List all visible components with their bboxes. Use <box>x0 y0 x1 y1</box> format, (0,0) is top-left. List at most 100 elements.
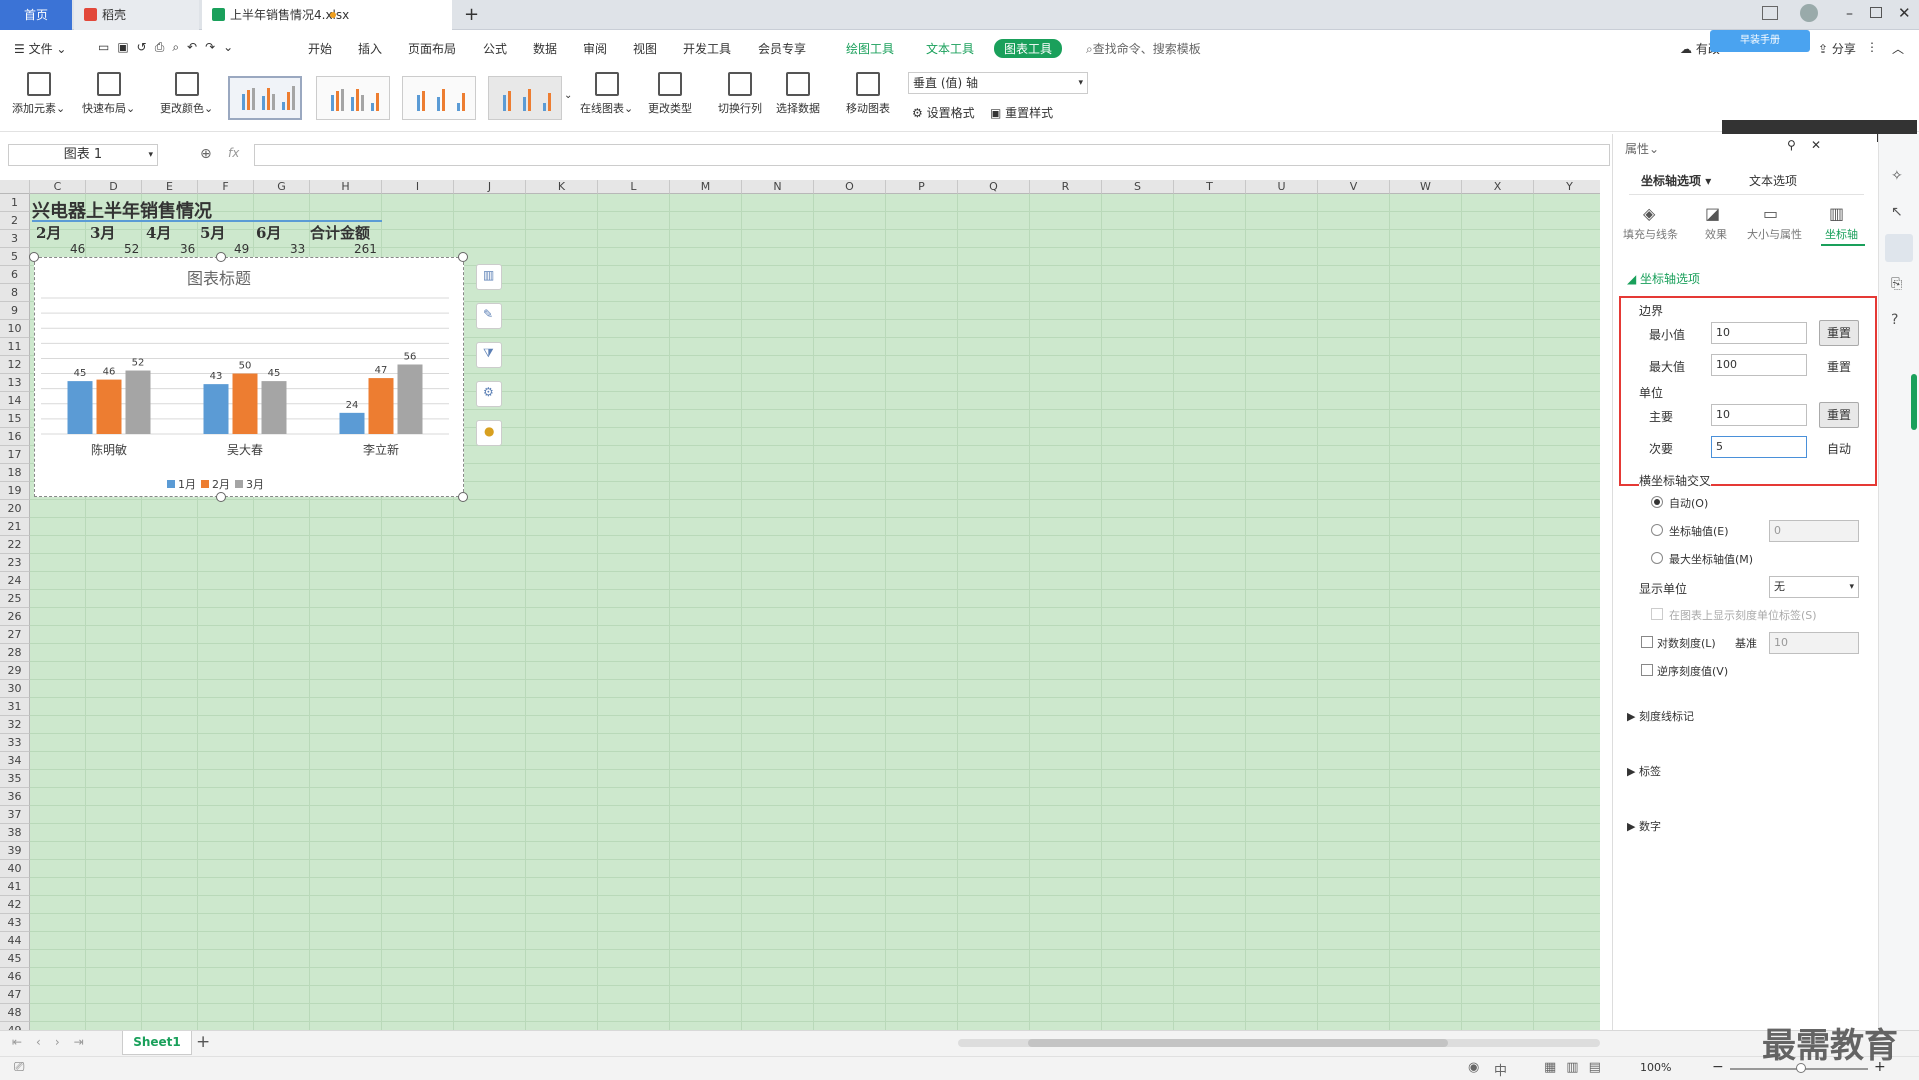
row-header-16[interactable]: 16 <box>0 428 30 446</box>
language-icon[interactable]: 中 <box>1494 1060 1507 1079</box>
row-header-14[interactable]: 14 <box>0 392 30 410</box>
style-icon[interactable]: ✧ <box>1891 168 1903 184</box>
chart-style-thumb-2[interactable] <box>316 76 390 120</box>
chart-bar-3月-吴大春[interactable] <box>261 381 287 434</box>
add-element-button[interactable]: 添加元素⌄ <box>12 72 65 116</box>
sheet-nav-icons[interactable]: ⇤‹›⇥ <box>12 1035 98 1049</box>
row-header-48[interactable]: 48 <box>0 1004 30 1022</box>
row-header-24[interactable]: 24 <box>0 572 30 590</box>
tab-text-options[interactable]: 文本选项 <box>1749 172 1797 189</box>
horizontal-scrollbar[interactable] <box>958 1039 1600 1047</box>
avatar[interactable] <box>1800 4 1818 22</box>
column-header-L[interactable]: L <box>598 180 670 194</box>
column-header-V[interactable]: V <box>1318 180 1390 194</box>
chart-settings-tool[interactable]: ⚙ <box>476 381 502 407</box>
column-header-J[interactable]: J <box>454 180 526 194</box>
row-header-20[interactable]: 20 <box>0 500 30 518</box>
file-menu[interactable]: ☰ 文件 ⌄ <box>14 40 66 57</box>
row-header-5[interactable]: 5 <box>0 248 30 266</box>
row-header-28[interactable]: 28 <box>0 644 30 662</box>
switch-row-col-button[interactable]: 切换行列 <box>718 72 762 116</box>
window-layout-icon[interactable] <box>1762 6 1778 20</box>
major-reset-button[interactable]: 重置 <box>1819 402 1859 428</box>
chart-style-tool[interactable]: ✎ <box>476 303 502 329</box>
row-header-2[interactable]: 2 <box>0 212 30 230</box>
max-value-input[interactable]: 100 <box>1711 354 1807 376</box>
row-header-34[interactable]: 34 <box>0 752 30 770</box>
row-header-18[interactable]: 18 <box>0 464 30 482</box>
min-reset-button[interactable]: 重置 <box>1819 320 1859 346</box>
row-header-21[interactable]: 21 <box>0 518 30 536</box>
set-format-button[interactable]: ⚙ 设置格式 <box>912 104 975 121</box>
column-header-W[interactable]: W <box>1390 180 1462 194</box>
cross-value-radio[interactable] <box>1651 524 1663 536</box>
menu-start[interactable]: 开始 <box>308 40 332 57</box>
column-header-U[interactable]: U <box>1246 180 1318 194</box>
column-header-X[interactable]: X <box>1462 180 1534 194</box>
select-data-button[interactable]: 选择数据 <box>776 72 820 116</box>
tab-active-workbook[interactable]: 上半年销售情况4.xlsx <box>202 0 452 30</box>
row-header-43[interactable]: 43 <box>0 914 30 932</box>
value-cell[interactable]: 46 <box>70 242 85 256</box>
help-icon[interactable]: ? <box>1891 312 1898 328</box>
zoom-formula-icon[interactable]: ⊕ <box>200 146 212 162</box>
column-header-C[interactable]: C <box>30 180 86 194</box>
menu-formula[interactable]: 公式 <box>483 40 507 57</box>
value-cell[interactable]: 33 <box>290 242 305 256</box>
row-header-8[interactable]: 8 <box>0 284 30 302</box>
backup-icon[interactable]: ⎘ <box>1891 276 1902 292</box>
column-header-M[interactable]: M <box>670 180 742 194</box>
row-header-13[interactable]: 13 <box>0 374 30 392</box>
display-unit-select[interactable]: 无 ▾ <box>1769 576 1859 598</box>
formula-input[interactable] <box>254 144 1610 166</box>
row-header-25[interactable]: 25 <box>0 590 30 608</box>
row-header-36[interactable]: 36 <box>0 788 30 806</box>
row-header-10[interactable]: 10 <box>0 320 30 338</box>
reset-style-button[interactable]: ▣ 重置样式 <box>990 104 1053 121</box>
tab-axis-options[interactable]: 坐标轴选项 ▾ <box>1641 172 1711 189</box>
row-header-45[interactable]: 45 <box>0 950 30 968</box>
menu-developer[interactable]: 开发工具 <box>683 40 731 57</box>
quick-layout-button[interactable]: 快速布局⌄ <box>82 72 135 116</box>
column-header-O[interactable]: O <box>814 180 886 194</box>
row-header-1[interactable]: 1 <box>0 194 30 212</box>
chart-bar-1月-陈明敏[interactable] <box>67 381 93 434</box>
chart-legend-swatch[interactable] <box>167 480 175 488</box>
horizontal-scrollbar-thumb[interactable] <box>1028 1039 1448 1047</box>
row-header-6[interactable]: 6 <box>0 266 30 284</box>
show-unit-label-checkbox[interactable] <box>1651 608 1663 620</box>
section-labels[interactable]: ▶ 标签 <box>1627 763 1661 779</box>
column-header-S[interactable]: S <box>1102 180 1174 194</box>
function-icon[interactable]: fx <box>228 146 239 160</box>
online-chart-button[interactable]: 在线图表⌄ <box>580 72 633 116</box>
zoom-out-icon[interactable]: − <box>1712 1059 1724 1075</box>
name-box[interactable]: 图表 1 ▾ <box>8 144 158 166</box>
row-header-27[interactable]: 27 <box>0 626 30 644</box>
chart-elements-tool[interactable]: ▥ <box>476 264 502 290</box>
value-cell[interactable]: 36 <box>180 242 195 256</box>
chart-legend-swatch[interactable] <box>201 480 209 488</box>
chart-legend-swatch[interactable] <box>235 480 243 488</box>
cross-value-input[interactable]: 0 <box>1769 520 1859 542</box>
row-header-37[interactable]: 37 <box>0 806 30 824</box>
quick-access-icons[interactable]: ▭▣↺⎙⌕↶↷⌄ <box>98 40 241 55</box>
cross-auto-radio[interactable] <box>1651 496 1663 508</box>
menu-view[interactable]: 视图 <box>633 40 657 57</box>
row-header-22[interactable]: 22 <box>0 536 30 554</box>
row-header-31[interactable]: 31 <box>0 698 30 716</box>
column-header-T[interactable]: T <box>1174 180 1246 194</box>
more-icon[interactable]: ⋮ <box>1866 40 1878 54</box>
chart-bar-1月-吴大春[interactable] <box>203 384 229 434</box>
header-cell[interactable]: 2月 <box>36 222 61 243</box>
axis-element-select[interactable]: 垂直 (值) 轴 ▾ <box>908 72 1088 94</box>
row-header-38[interactable]: 38 <box>0 824 30 842</box>
column-header-Q[interactable]: Q <box>958 180 1030 194</box>
minimize-icon[interactable]: – <box>1846 6 1853 22</box>
log-scale-checkbox[interactable] <box>1641 636 1653 648</box>
scroll-indicator[interactable] <box>1911 374 1917 430</box>
row-header-44[interactable]: 44 <box>0 932 30 950</box>
row-header-17[interactable]: 17 <box>0 446 30 464</box>
row-header-35[interactable]: 35 <box>0 770 30 788</box>
row-header-41[interactable]: 41 <box>0 878 30 896</box>
restore-icon[interactable] <box>1870 7 1882 18</box>
